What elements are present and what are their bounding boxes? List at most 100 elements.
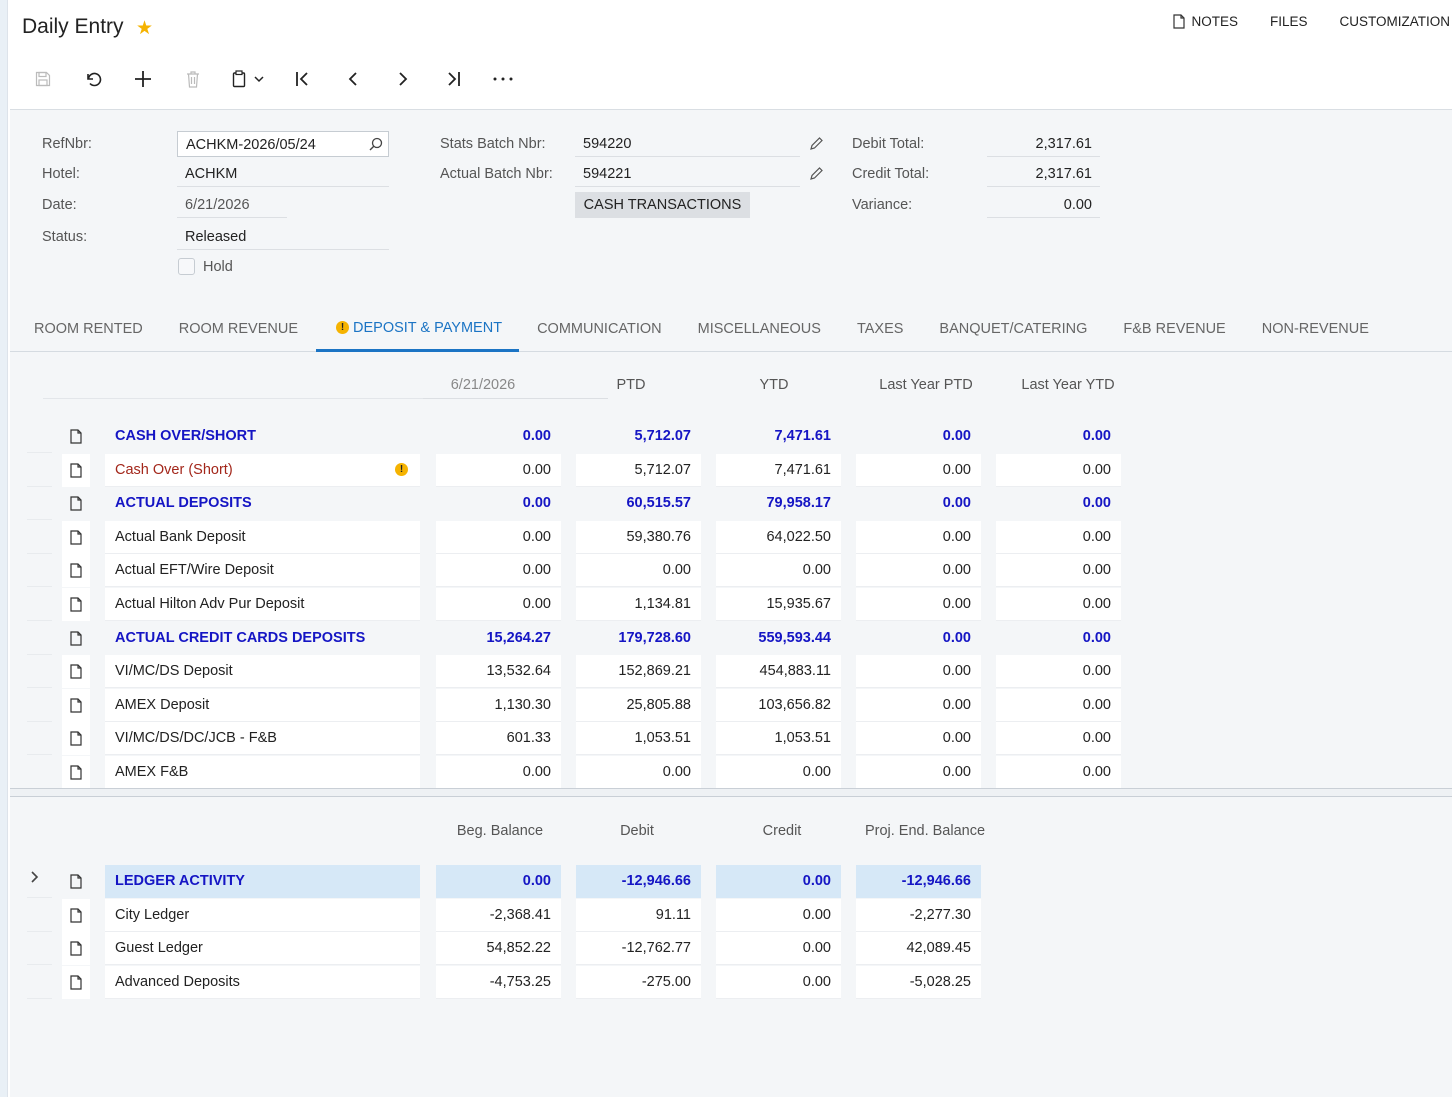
table-row[interactable]: Guest Ledger 54,852.22 -12,762.77 0.00 42,08… (27, 932, 1127, 966)
row-value[interactable]: 15,935.67 (716, 588, 841, 621)
group-row[interactable]: ACTUAL DEPOSITS 0.00 60,515.57 79,958.17 0.0… (27, 487, 1127, 521)
row-document-button[interactable] (62, 588, 90, 621)
row-value[interactable]: -12,946.66 (576, 865, 701, 898)
row-handle[interactable] (27, 900, 52, 932)
row-document-button[interactable] (62, 688, 90, 722)
row-name[interactable]: ACTUAL CREDIT CARDS DEPOSITS (105, 622, 420, 655)
row-handle[interactable] (27, 757, 52, 789)
tab-room-revenue[interactable]: ROOM REVENUE (161, 314, 316, 352)
row-handle[interactable] (27, 488, 52, 521)
table-row[interactable]: Actual EFT/Wire Deposit 0.00 0.00 0.00 0.00 0… (27, 554, 1127, 588)
row-name[interactable]: ACTUAL DEPOSITS (105, 487, 420, 520)
row-value[interactable]: 1,053.51 (576, 722, 701, 756)
customization-link[interactable]: CUSTOMIZATION (1324, 14, 1452, 29)
row-value[interactable]: 54,852.22 (436, 932, 561, 966)
row-value[interactable]: 5,712.07 (576, 453, 701, 487)
row-value[interactable]: 60,515.57 (576, 487, 701, 520)
row-document-button[interactable] (62, 655, 90, 689)
row-value[interactable]: 0.00 (436, 588, 561, 621)
row-value[interactable]: 0.00 (436, 487, 561, 520)
row-value[interactable]: 0.00 (996, 655, 1121, 689)
tab-room-rented[interactable]: ROOM RENTED (10, 314, 161, 352)
tab-deposit-payment[interactable]: ! DEPOSIT & PAYMENT (316, 314, 520, 352)
row-value[interactable]: 0.00 (996, 622, 1121, 655)
undo-button[interactable] (68, 64, 118, 94)
row-value[interactable]: 0.00 (856, 588, 981, 621)
row-value[interactable]: 0.00 (436, 554, 561, 588)
row-value[interactable]: 0.00 (856, 688, 981, 722)
row-value[interactable]: 0.00 (996, 453, 1121, 487)
table-row[interactable]: VI/MC/DS/DC/JCB - F&B 601.33 1,053.51 1,053… (27, 722, 1127, 756)
row-handle[interactable] (27, 656, 52, 689)
hold-checkbox-box[interactable] (178, 258, 195, 275)
row-value[interactable]: 7,471.61 (716, 420, 841, 453)
row-value[interactable]: 0.00 (996, 554, 1121, 588)
row-handle[interactable] (27, 555, 52, 588)
row-value[interactable]: -12,762.77 (576, 932, 701, 966)
hold-checkbox[interactable]: Hold (178, 258, 233, 275)
row-value[interactable]: 0.00 (716, 965, 841, 999)
row-handle[interactable] (27, 967, 52, 999)
row-document-button[interactable] (62, 520, 90, 554)
row-value[interactable]: 0.00 (716, 898, 841, 932)
row-value[interactable]: -5,028.25 (856, 965, 981, 999)
row-document-button[interactable] (62, 554, 90, 588)
grid-splitter[interactable] (10, 788, 1452, 797)
row-value[interactable]: 0.00 (856, 722, 981, 756)
row-handle[interactable] (27, 421, 52, 453)
first-record-button[interactable] (278, 64, 328, 94)
group-row[interactable]: LEDGER ACTIVITY 0.00 -12,946.66 0.00 -12,946… (27, 865, 1127, 898)
row-value[interactable]: 13,532.64 (436, 655, 561, 689)
row-document-button[interactable] (62, 965, 90, 999)
edit-pencil-icon[interactable] (809, 136, 824, 151)
save-button[interactable] (18, 64, 68, 94)
row-name[interactable]: Cash Over (Short) (105, 453, 420, 487)
row-name[interactable]: AMEX Deposit (105, 688, 420, 722)
row-document-button[interactable] (62, 487, 90, 520)
row-value[interactable]: -12,946.66 (856, 865, 981, 898)
table-row[interactable]: Cash Over (Short)! 0.00 5,712.07 7,471.61 0.… (27, 453, 1127, 487)
row-value[interactable]: 0.00 (996, 420, 1121, 453)
row-handle[interactable] (27, 589, 52, 621)
row-value[interactable]: 0.00 (856, 554, 981, 588)
row-value[interactable]: 0.00 (856, 420, 981, 453)
row-value[interactable]: 601.33 (436, 722, 561, 756)
search-icon[interactable] (369, 137, 383, 151)
row-document-button[interactable] (62, 865, 90, 898)
row-value[interactable]: 0.00 (996, 722, 1121, 756)
files-link[interactable]: FILES (1254, 14, 1324, 29)
row-value[interactable]: 91.11 (576, 898, 701, 932)
edit-pencil-icon[interactable] (809, 166, 824, 181)
row-handle[interactable] (27, 933, 52, 966)
row-value[interactable]: 0.00 (576, 554, 701, 588)
row-value[interactable]: 179,728.60 (576, 622, 701, 655)
row-value[interactable]: 454,883.11 (716, 655, 841, 689)
row-value[interactable]: 0.00 (996, 487, 1121, 520)
row-value[interactable]: 559,593.44 (716, 622, 841, 655)
row-value[interactable]: 15,264.27 (436, 622, 561, 655)
row-document-button[interactable] (62, 722, 90, 756)
delete-button[interactable] (168, 64, 218, 94)
cash-transactions-button[interactable]: CASH TRANSACTIONS (575, 192, 750, 218)
row-value[interactable]: 0.00 (996, 688, 1121, 722)
row-name[interactable]: LEDGER ACTIVITY (105, 865, 420, 898)
row-value[interactable]: 0.00 (856, 655, 981, 689)
row-handle[interactable] (27, 623, 52, 655)
row-value[interactable]: 0.00 (716, 554, 841, 588)
notes-link[interactable]: NOTES (1157, 14, 1254, 29)
row-handle[interactable] (27, 866, 52, 898)
group-row[interactable]: CASH OVER/SHORT 0.00 5,712.07 7,471.61 0.00 0… (27, 420, 1127, 453)
row-name[interactable]: Advanced Deposits (105, 965, 420, 999)
table-row[interactable]: AMEX F&B 0.00 0.00 0.00 0.00 0.00 (27, 756, 1127, 789)
row-value[interactable]: -275.00 (576, 965, 701, 999)
row-name[interactable]: Actual Hilton Adv Pur Deposit (105, 588, 420, 621)
tab-non-revenue[interactable]: NON-REVENUE (1244, 314, 1387, 352)
table-row[interactable]: Advanced Deposits -4,753.25 -275.00 0.00 -5,… (27, 965, 1127, 999)
favorite-star-icon[interactable]: ★ (136, 18, 153, 40)
row-value[interactable]: 79,958.17 (716, 487, 841, 520)
row-document-button[interactable] (62, 622, 90, 655)
row-value[interactable]: 0.00 (436, 756, 561, 789)
next-record-button[interactable] (378, 64, 428, 94)
row-handle[interactable] (27, 455, 52, 487)
row-value[interactable]: 42,089.45 (856, 932, 981, 966)
